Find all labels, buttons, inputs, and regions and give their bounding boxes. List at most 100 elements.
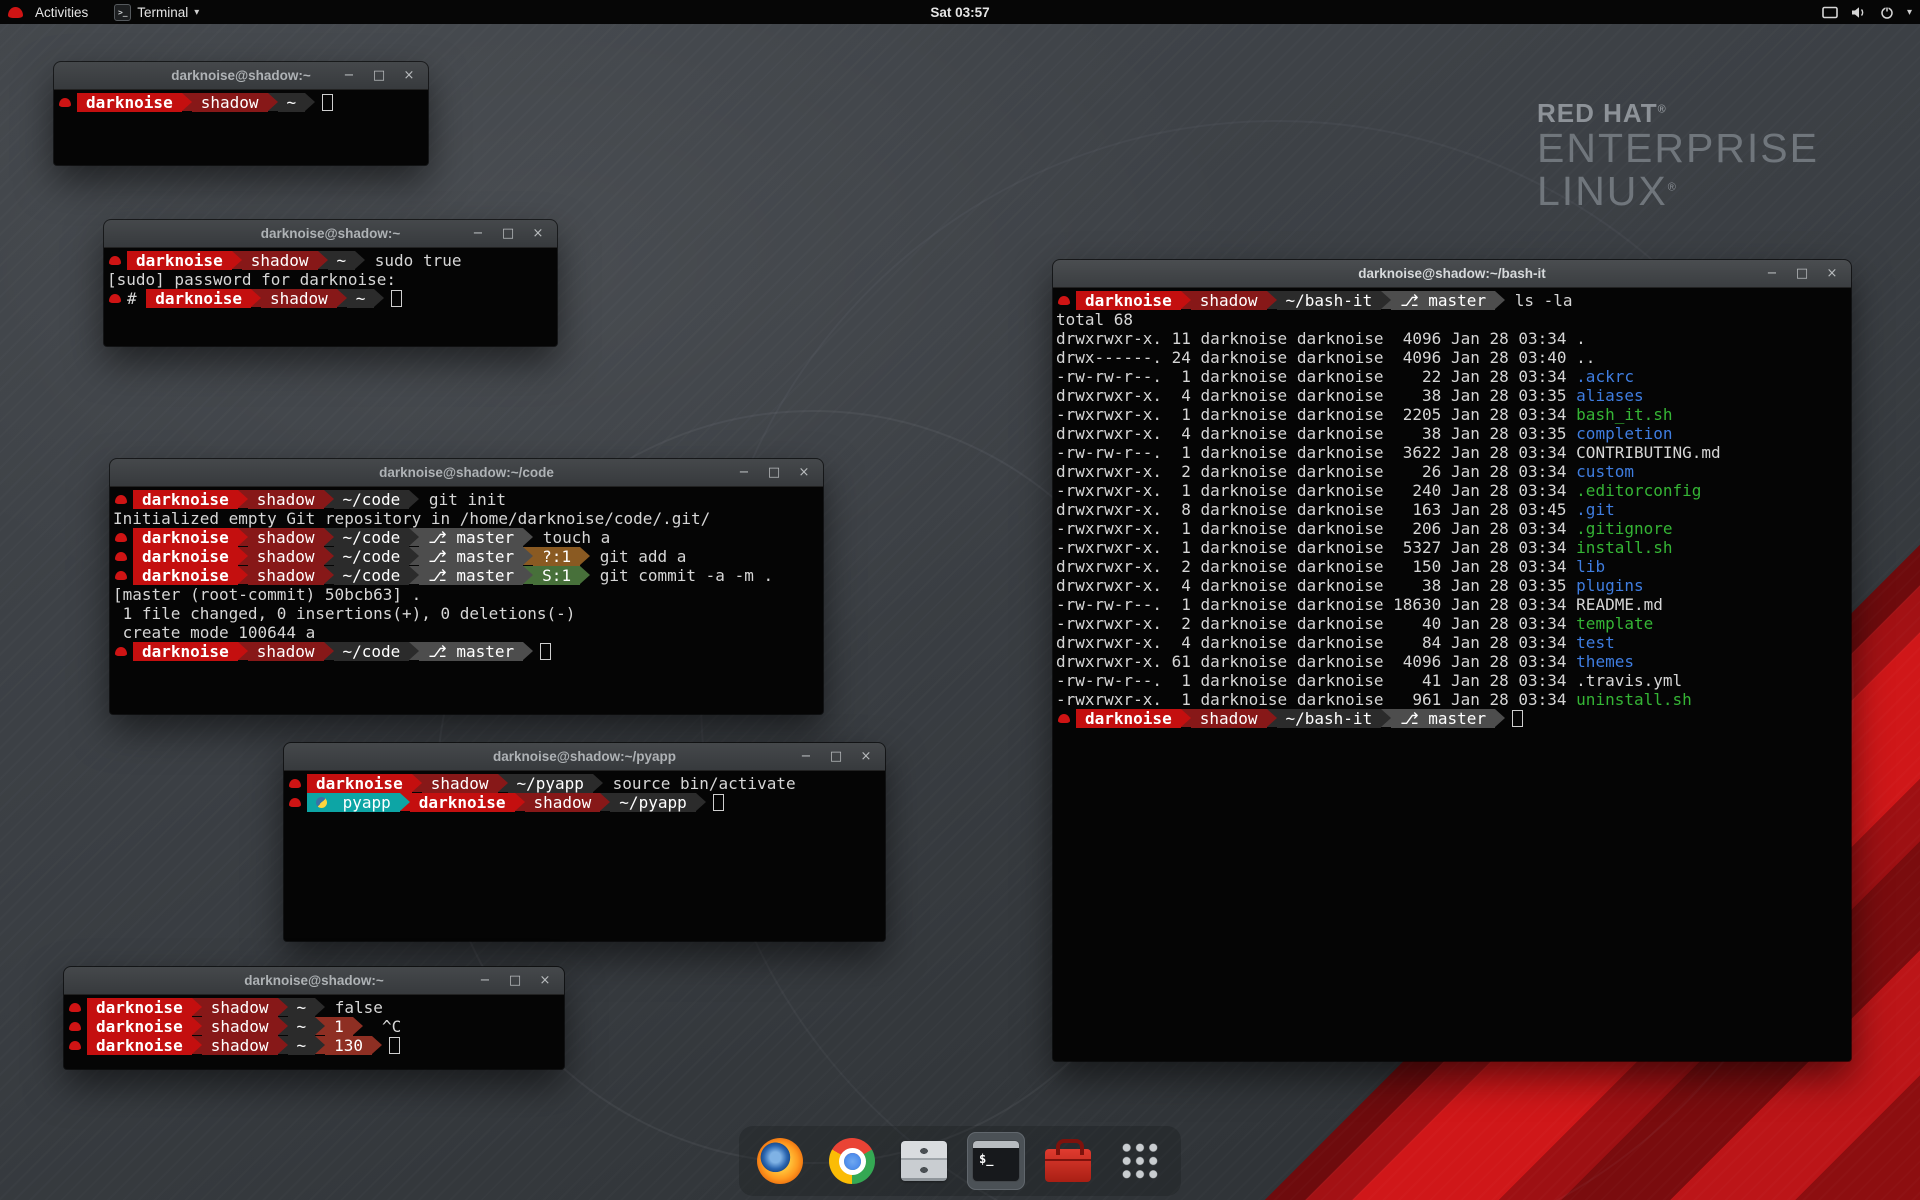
prompt-segment: darknoise — [133, 547, 238, 566]
powerline-arrow-icon — [318, 251, 328, 269]
maximize-button[interactable]: □ — [1795, 266, 1809, 281]
firefox-icon — [757, 1138, 803, 1184]
window-titlebar[interactable]: darknoise@shadow:~ − □ × — [104, 220, 557, 248]
terminal-line: drwx------. 24 darknoise darknoise 4096 … — [1056, 348, 1851, 367]
powerline-arrow-icon — [305, 93, 315, 111]
terminal-line: -rwxrwxr-x. 1 darknoise darknoise 2205 J… — [1056, 405, 1851, 424]
top-bar: Activities >_ Terminal ▾ Sat 03:57 ▾ — [0, 0, 1920, 24]
powerline-arrow-icon — [315, 1017, 325, 1035]
dock-item-toolbox[interactable] — [1039, 1132, 1097, 1190]
maximize-button[interactable]: □ — [501, 226, 515, 241]
close-button[interactable]: × — [402, 68, 416, 83]
dock-item-firefox[interactable] — [751, 1132, 809, 1190]
terminal-text: total 68 — [1056, 310, 1133, 329]
powerline-arrow-icon — [523, 642, 533, 660]
powerline-arrow-icon — [409, 566, 419, 584]
terminal-text: source bin/activate — [603, 774, 796, 793]
terminal-line: Initialized empty Git repository in /hom… — [113, 509, 823, 528]
terminal-text: -rwxrwxr-x. 1 darknoise darknoise 961 Ja… — [1056, 690, 1576, 709]
terminal-cursor — [389, 1037, 400, 1054]
prompt-segment: shadow — [242, 251, 318, 270]
redhat-prompt-icon — [115, 647, 127, 656]
activities-button[interactable]: Activities — [31, 5, 92, 20]
terminal-text: test — [1576, 633, 1615, 652]
prompt-segment: ~ — [288, 998, 316, 1017]
maximize-button[interactable]: □ — [372, 68, 386, 83]
terminal-text: .ackrc — [1576, 367, 1634, 386]
terminal-window-code: darknoise@shadow:~/code−□×darknoiseshado… — [110, 459, 823, 714]
powerline-arrow-icon — [268, 93, 278, 111]
terminal-text: drwxrwxr-x. 11 darknoise darknoise 4096 … — [1056, 329, 1576, 348]
window-titlebar[interactable]: darknoise@shadow:~/code−□× — [110, 459, 823, 487]
maximize-button[interactable]: □ — [767, 465, 781, 480]
minimize-button[interactable]: − — [799, 749, 813, 764]
terminal-line: darknoiseshadow~ false — [67, 998, 564, 1017]
prompt-segment: darknoise — [87, 1017, 192, 1036]
terminal-line: [sudo] password for darknoise: — [107, 270, 557, 289]
clock[interactable]: Sat 03:57 — [930, 5, 989, 20]
prompt-segment: ~/code — [334, 490, 410, 509]
prompt-segment: ~/pyapp — [508, 774, 593, 793]
dock-item-chrome[interactable] — [823, 1132, 881, 1190]
terminal-body[interactable]: darknoiseshadow~ falsedarknoiseshadow~1 … — [64, 995, 564, 1069]
redhat-prompt-icon — [115, 552, 127, 561]
window-titlebar[interactable]: darknoise@shadow:~/bash-it−□× — [1053, 260, 1851, 288]
prompt-segment: ⎇ master — [419, 642, 523, 661]
app-menu[interactable]: >_ Terminal ▾ — [114, 4, 199, 21]
chevron-down-icon: ▾ — [1907, 7, 1912, 18]
window-titlebar[interactable]: darknoise@shadow:~−□× — [64, 967, 564, 995]
prompt-segment: darknoise — [127, 251, 232, 270]
prompt-segment: darknoise — [1076, 709, 1181, 728]
close-button[interactable]: × — [531, 226, 545, 241]
prompt-segment: shadow — [202, 998, 278, 1017]
minimize-button[interactable]: − — [471, 226, 485, 241]
maximize-button[interactable]: □ — [829, 749, 843, 764]
terminal-line: -rwxrwxr-x. 1 darknoise darknoise 961 Ja… — [1056, 690, 1851, 709]
terminal-text: drwxrwxr-x. 61 darknoise darknoise 4096 … — [1056, 652, 1576, 671]
terminal-icon-bar — [973, 1141, 1019, 1148]
window-titlebar[interactable]: darknoise@shadow:~−□× — [54, 62, 428, 90]
terminal-line: pyappdarknoiseshadow~/pyapp — [287, 793, 885, 812]
prompt-segment: shadow — [248, 642, 324, 661]
close-button[interactable]: × — [859, 749, 873, 764]
terminal-body[interactable]: darknoiseshadow~ — [54, 90, 428, 165]
prompt-segment: darknoise — [87, 1036, 192, 1055]
window-titlebar[interactable]: darknoise@shadow:~/pyapp−□× — [284, 743, 885, 771]
powerline-arrow-icon — [1267, 709, 1277, 727]
terminal-text: drwxrwxr-x. 2 darknoise darknoise 150 Ja… — [1056, 557, 1576, 576]
close-button[interactable]: × — [797, 465, 811, 480]
terminal-text: sudo true — [365, 251, 461, 270]
maximize-button[interactable]: □ — [508, 973, 522, 988]
dock-item-files[interactable] — [895, 1132, 953, 1190]
close-button[interactable]: × — [538, 973, 552, 988]
terminal-body[interactable]: darknoiseshadow~/pyapp source bin/activa… — [284, 771, 885, 941]
terminal-line: darknoiseshadow~/code git init — [113, 490, 823, 509]
terminal-text: false — [325, 998, 383, 1017]
redhat-prompt-icon — [69, 1003, 81, 1012]
minimize-button[interactable]: − — [342, 68, 356, 83]
terminal-cursor — [322, 94, 333, 111]
minimize-button[interactable]: − — [1765, 266, 1779, 281]
dock-item-terminal[interactable]: $_ — [967, 1132, 1025, 1190]
window-title: darknoise@shadow:~ — [261, 226, 401, 241]
dock-item-app-grid[interactable] — [1111, 1132, 1169, 1190]
powerline-arrow-icon — [1381, 291, 1391, 309]
system-status-area[interactable]: ▾ — [1822, 0, 1912, 24]
minimize-button[interactable]: − — [737, 465, 751, 480]
minimize-button[interactable]: − — [478, 973, 492, 988]
powerline-arrow-icon — [238, 547, 248, 565]
desktop[interactable]: RED HAT® ENTERPRISE LINUX® darknoise@sha… — [0, 0, 1920, 1200]
terminal-text: -rw-rw-r--. 1 darknoise darknoise 41 Jan… — [1056, 671, 1576, 690]
terminal-line: darknoiseshadow~130 — [67, 1036, 564, 1055]
terminal-body[interactable]: darknoiseshadow~/bash-it⎇ master ls -lat… — [1053, 288, 1851, 1061]
terminal-text: .editorconfig — [1576, 481, 1701, 500]
powerline-arrow-icon — [409, 547, 419, 565]
powerline-arrow-icon — [324, 547, 334, 565]
terminal-body[interactable]: darknoiseshadow~/code git initInitialize… — [110, 487, 823, 714]
terminal-body[interactable]: darknoiseshadow~ sudo true[sudo] passwor… — [104, 248, 557, 346]
prompt-segment: ~ — [278, 93, 306, 112]
prompt-segment: shadow — [525, 793, 601, 812]
close-button[interactable]: × — [1825, 266, 1839, 281]
powerline-arrow-icon — [353, 1017, 363, 1035]
window-controls: − □ × — [342, 62, 416, 89]
